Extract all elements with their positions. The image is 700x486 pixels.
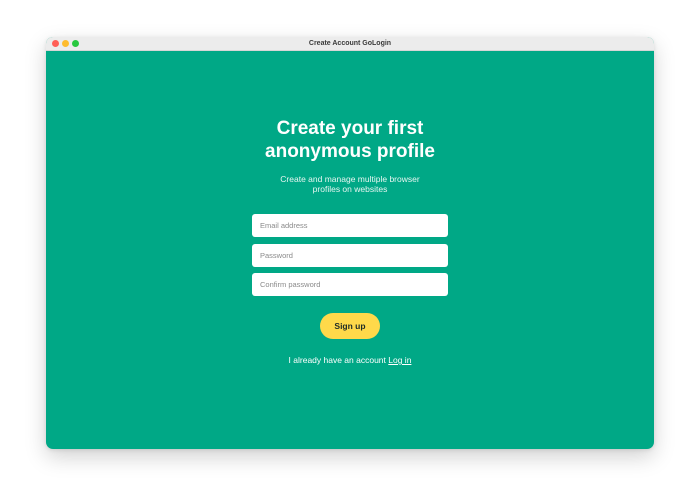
confirm-password-field[interactable] — [252, 273, 448, 296]
page-subtitle: Create and manage multiple browser profi… — [46, 174, 654, 194]
page-title-line-1: Create your first — [276, 118, 424, 139]
login-prompt-text: I already have an account — [288, 355, 386, 365]
page-subtitle-line-2: profiles on websites — [312, 184, 388, 194]
page-title: Create your first anonymous profile — [46, 117, 654, 163]
page-subtitle-line-1: Create and manage multiple browser — [280, 174, 420, 184]
sign-up-button[interactable]: Sign up — [320, 313, 380, 339]
signup-panel: Create your first anonymous profile Crea… — [46, 51, 654, 449]
title-bar[interactable]: Create Account GoLogin — [46, 37, 654, 51]
email-field[interactable] — [252, 214, 448, 237]
password-field[interactable] — [252, 244, 448, 267]
log-in-link[interactable]: Log in — [388, 355, 411, 365]
page-title-line-2: anonymous profile — [265, 141, 435, 162]
app-window: Create Account GoLogin Create your first… — [46, 37, 654, 449]
login-prompt: I already have an account Log in — [46, 355, 654, 365]
window-title: Create Account GoLogin — [308, 40, 392, 47]
